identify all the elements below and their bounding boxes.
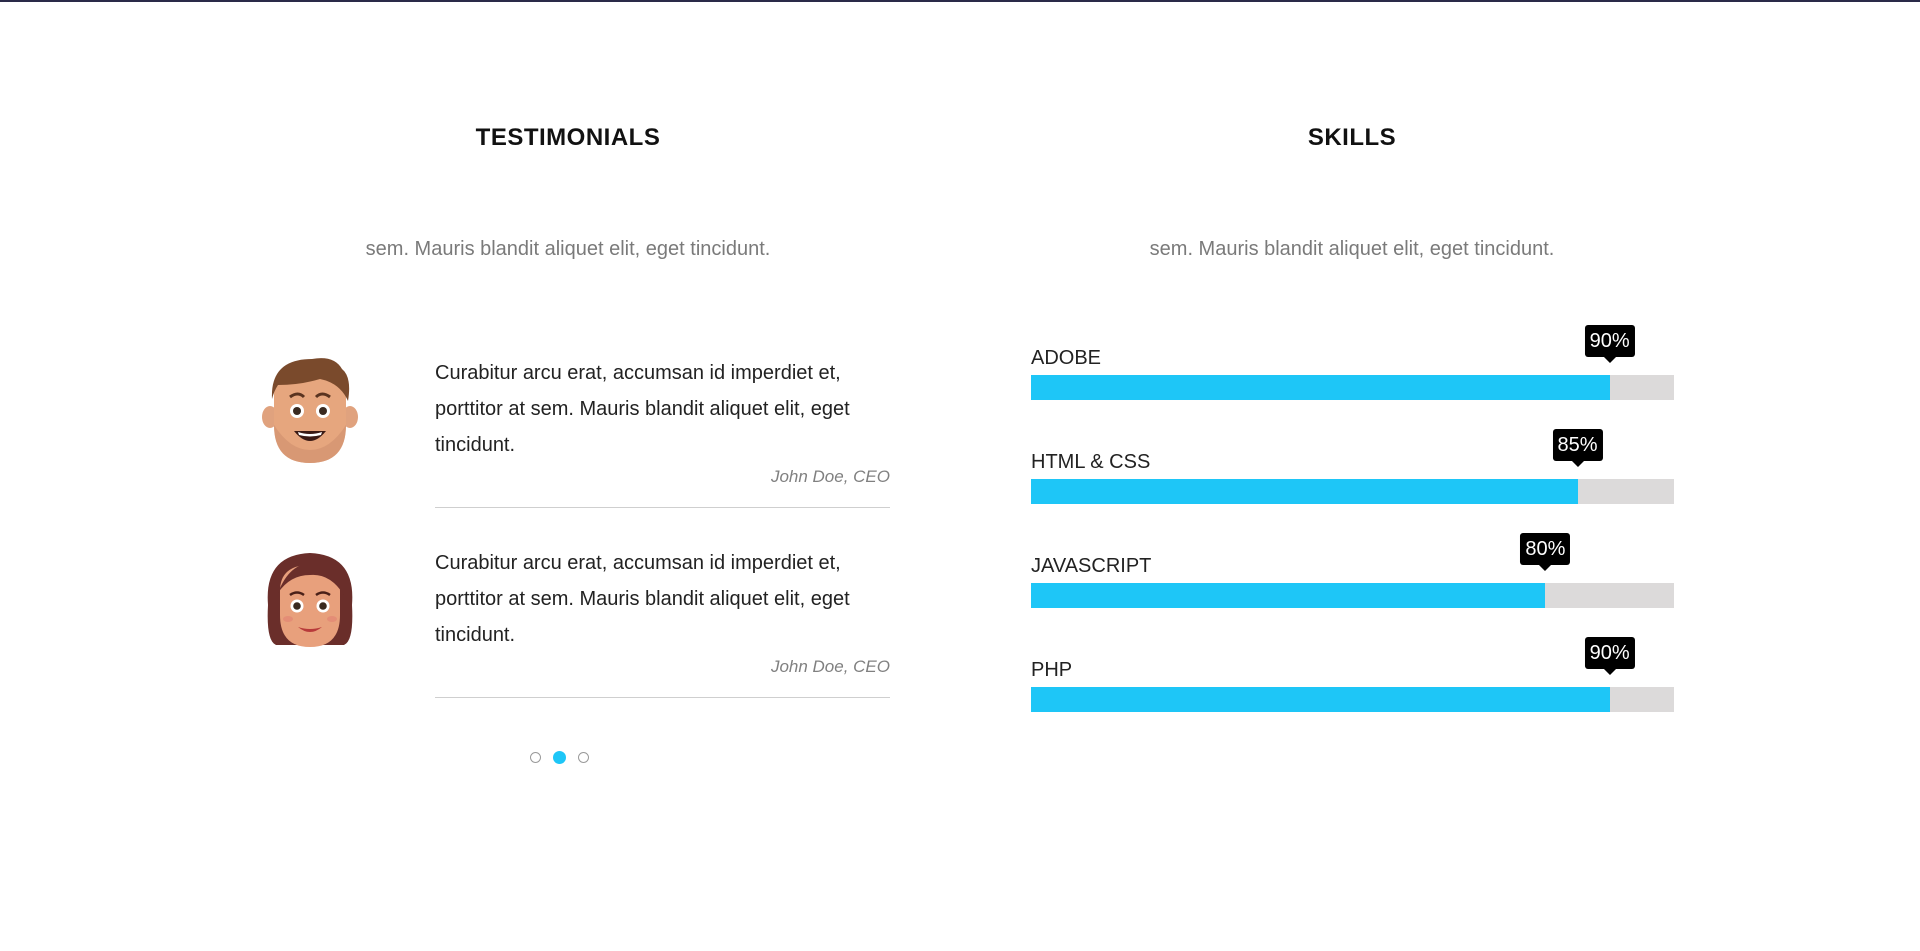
skills-title: SKILLS <box>1307 124 1397 151</box>
skill-label: HTML & CSS <box>1031 451 1151 473</box>
skill-label: PHP <box>1031 659 1073 681</box>
testimonials-title: TESTIMONIALS <box>475 124 661 151</box>
top-border <box>0 0 1920 2</box>
skill-bar-fill <box>1031 375 1610 400</box>
skill-bar-track <box>1031 479 1674 504</box>
skills-subtitle: sem. Mauris blandit aliquet elit, eget t… <box>1149 238 1555 260</box>
pagination-dot-1[interactable] <box>530 752 541 763</box>
skill-php: PHP 90% <box>1031 637 1674 729</box>
testimonial-author: John Doe, CEO <box>770 467 890 486</box>
testimonials-subtitle: sem. Mauris blandit aliquet elit, eget t… <box>365 238 771 260</box>
skill-bar-fill <box>1031 687 1610 712</box>
skill-label: JAVASCRIPT <box>1031 555 1152 577</box>
pagination-dot-3[interactable] <box>578 752 589 763</box>
skill-adobe: ADOBE 90% <box>1031 325 1674 417</box>
testimonial-pagination <box>530 751 589 764</box>
skill-percent-bubble: 90% <box>1584 325 1635 357</box>
skill-percent-bubble: 80% <box>1520 533 1571 565</box>
skill-bar-track <box>1031 687 1674 712</box>
skill-html-css: HTML & CSS 85% <box>1031 429 1674 521</box>
skill-bar-fill <box>1031 479 1578 504</box>
skill-bar-track <box>1031 375 1674 400</box>
skill-bar-fill <box>1031 583 1546 608</box>
skill-label: ADOBE <box>1031 347 1102 369</box>
testimonial-body: Curabitur arcu erat, accumsan id imperdi… <box>435 545 890 698</box>
pagination-dot-2[interactable] <box>553 751 566 764</box>
female-avatar-icon <box>260 545 360 655</box>
skill-percent-bubble: 85% <box>1552 429 1603 461</box>
testimonial-body: Curabitur arcu erat, accumsan id imperdi… <box>435 355 890 508</box>
testimonial-author: John Doe, CEO <box>770 657 890 676</box>
testimonial-text: Curabitur arcu erat, accumsan id imperdi… <box>435 362 850 456</box>
testimonial-divider <box>435 697 890 698</box>
testimonial-divider <box>435 507 890 508</box>
skill-percent-bubble: 90% <box>1584 637 1635 669</box>
skill-javascript: JAVASCRIPT 80% <box>1031 533 1674 625</box>
male-avatar-icon <box>260 355 360 465</box>
testimonial-text: Curabitur arcu erat, accumsan id imperdi… <box>435 552 850 646</box>
skill-bar-track <box>1031 583 1674 608</box>
